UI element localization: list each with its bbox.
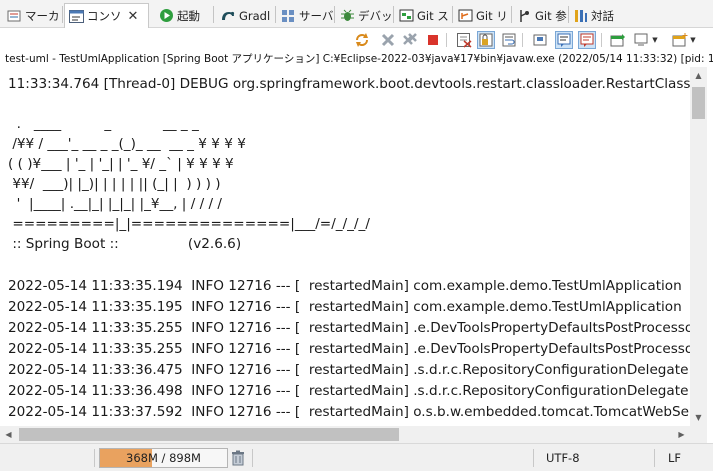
tab-label: Git リ <box>476 8 508 23</box>
scroll-right-icon[interactable]: ▶ <box>673 426 690 443</box>
scroll-up-icon[interactable]: ▲ <box>690 67 707 84</box>
tab-git-repositories[interactable]: Git リ <box>457 5 508 26</box>
status-bar: 368M / 898M UTF-8 LF <box>0 443 713 471</box>
markers-icon <box>6 8 22 24</box>
display-console-icon <box>610 34 625 47</box>
garbage-collect-button[interactable] <box>231 450 247 466</box>
console-line: 2022-05-14 11:33:35.255 INFO 12716 --- [… <box>8 320 690 336</box>
relaunch-icon <box>356 33 368 47</box>
file-encoding: UTF-8 <box>546 451 580 465</box>
monitor-icon <box>634 33 648 46</box>
tab-git-staging[interactable]: Git ス <box>398 5 449 26</box>
console-line: . ____ _ __ _ _ <box>8 116 199 132</box>
tab-label: 起動 <box>177 8 200 23</box>
tab-git-reflog[interactable]: Git 参 <box>516 5 567 26</box>
interactive-icon <box>572 8 588 24</box>
line-delimiter: LF <box>668 451 682 465</box>
console-line: /¥¥ / ___'_ __ _ _(_)_ __ __ _ ¥ ¥ ¥ ¥ <box>8 136 246 152</box>
heap-total: 898M <box>169 451 201 465</box>
console-line: ¥¥/ ___)| |_)| | | | | || (_| | ) ) ) ) <box>8 176 221 192</box>
git-reflog-icon <box>516 8 532 24</box>
display-console-dropdown[interactable]: ▼ <box>632 31 660 49</box>
tab-label: 対話 <box>591 8 614 23</box>
heap-used: 368M <box>126 451 158 465</box>
trash-icon <box>232 450 244 466</box>
remove-all-icon <box>403 33 417 45</box>
pin-console-button[interactable] <box>531 31 549 49</box>
console-toolbar: ▼ ▼ <box>0 28 713 51</box>
console-line: 2022-05-14 11:33:36.498 INFO 12716 --- [… <box>8 383 689 399</box>
console-line: 2022-05-14 11:33:37.592 INFO 12716 --- [… <box>8 404 690 420</box>
tab-label: Git ス <box>417 8 449 23</box>
tab-interactive[interactable]: 対話 <box>572 5 614 26</box>
show-on-stderr-icon <box>580 33 594 47</box>
remove-launch-icon <box>381 33 395 47</box>
servers-icon <box>280 8 296 24</box>
console-line: 2022-05-14 11:33:35.194 INFO 12716 --- [… <box>8 278 682 294</box>
show-on-stderr-button[interactable] <box>578 31 596 49</box>
heap-status[interactable]: 368M / 898M <box>99 448 228 468</box>
gradle-icon <box>220 8 236 24</box>
vertical-scrollbar[interactable]: ▲ ▼ <box>690 67 707 426</box>
console-line: ' |____| .__|_| |_|_| |_¥__, | / / / / <box>8 196 222 212</box>
relaunch-button[interactable] <box>353 31 371 49</box>
terminate-button[interactable] <box>424 31 442 49</box>
process-description: test-uml - TestUmlApplication [Spring Bo… <box>5 53 713 65</box>
scroll-lock-button[interactable] <box>477 31 495 49</box>
tab-label: Git 参 <box>535 8 567 23</box>
clear-console-button[interactable] <box>455 31 473 49</box>
tab-console[interactable]: コンソ ✕ <box>64 3 149 28</box>
vertical-scroll-thumb[interactable] <box>692 87 705 119</box>
remove-all-button[interactable] <box>401 31 419 49</box>
tab-servers[interactable]: サーバ <box>280 5 333 26</box>
pin-console-icon <box>533 34 547 46</box>
clear-console-icon <box>457 33 472 48</box>
word-wrap-icon <box>502 33 516 47</box>
tab-markers[interactable]: マーカ <box>6 5 60 26</box>
console-line: 11:33:34.764 [Thread-0] DEBUG org.spring… <box>8 76 690 92</box>
new-console-dropdown[interactable]: ▼ <box>670 31 698 49</box>
console-icon <box>68 8 84 24</box>
console-output[interactable]: 11:33:34.764 [Thread-0] DEBUG org.spring… <box>0 67 690 426</box>
word-wrap-button[interactable] <box>500 31 518 49</box>
display-console-button[interactable] <box>609 31 627 49</box>
scroll-lock-icon <box>479 33 493 47</box>
git-staging-icon <box>398 8 414 24</box>
chevron-down-icon: ▼ <box>690 36 696 44</box>
scroll-left-icon[interactable]: ◀ <box>0 426 17 443</box>
console-line: 2022-05-14 11:33:36.475 INFO 12716 --- [… <box>8 362 689 378</box>
view-tab-bar: マーカ コンソ ✕ 起動 Gradl サーバ デバッ Git ス Git リ G… <box>0 0 713 28</box>
horizontal-scrollbar[interactable]: ◀ ▶ <box>0 426 690 443</box>
tab-boot-launch[interactable]: 起動 <box>158 5 200 26</box>
console-line: =========|_|==============|___/=/_/_/_/ <box>8 216 370 232</box>
close-icon[interactable]: ✕ <box>128 9 139 24</box>
tab-label: Gradl <box>239 8 271 23</box>
git-repositories-icon <box>457 8 473 24</box>
scrollbar-corner <box>690 426 707 443</box>
new-console-icon <box>672 33 688 47</box>
console-line: 2022-05-14 11:33:35.255 INFO 12716 --- [… <box>8 341 690 357</box>
tab-gradle[interactable]: Gradl <box>220 5 270 26</box>
console-line: 2022-05-14 11:33:35.195 INFO 12716 --- [… <box>8 299 682 315</box>
show-on-stdout-button[interactable] <box>555 31 573 49</box>
tab-label: サーバ <box>299 8 334 23</box>
chevron-down-icon: ▼ <box>652 36 658 44</box>
tab-label: コンソ <box>87 9 122 23</box>
debug-icon <box>339 8 355 24</box>
horizontal-scroll-thumb[interactable] <box>19 428 399 441</box>
scroll-down-icon[interactable]: ▼ <box>690 409 707 426</box>
console-line: ( ( )¥___ | '_ | '_| | '_ ¥/ _` | ¥ ¥ ¥ … <box>8 156 234 172</box>
show-on-stdout-icon <box>557 33 571 47</box>
tab-label: デバッ <box>358 8 393 23</box>
tab-label: マーカ <box>25 8 60 23</box>
boot-launch-icon <box>158 8 174 24</box>
terminate-icon <box>428 35 438 45</box>
remove-launch-button[interactable] <box>379 31 397 49</box>
tab-debug[interactable]: デバッ <box>339 5 393 26</box>
console-line: :: Spring Boot :: (v2.6.6) <box>8 236 242 252</box>
